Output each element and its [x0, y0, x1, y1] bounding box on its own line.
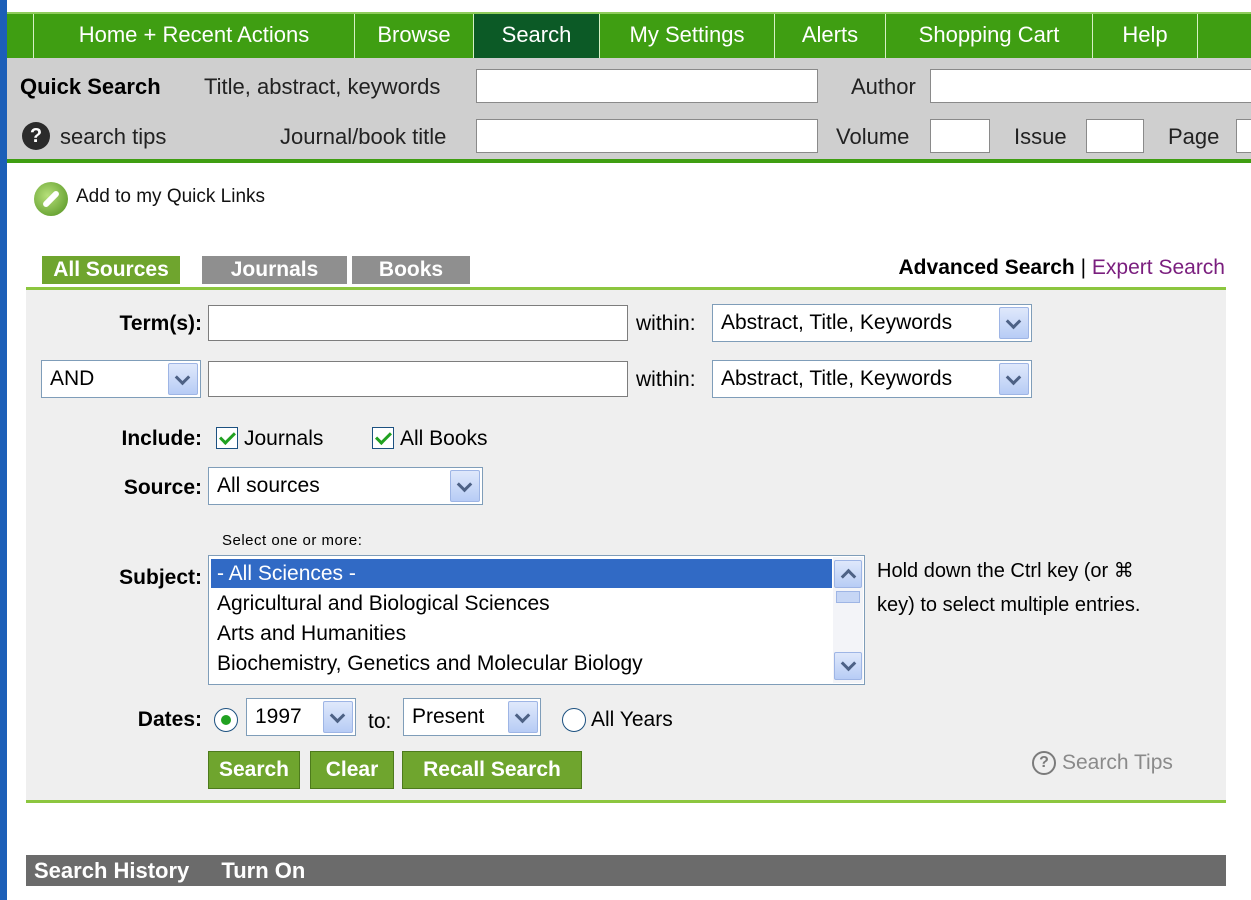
nav-tab-search[interactable]: Search: [474, 14, 599, 58]
chevron-down-icon: [450, 470, 480, 502]
date-to-select[interactable]: Present: [403, 698, 541, 736]
operator-select[interactable]: AND: [41, 360, 201, 398]
page-label: Page: [1168, 124, 1220, 149]
title-abstract-input[interactable]: [476, 69, 818, 103]
search-mode-links: Advanced Search | Expert Search: [899, 256, 1225, 280]
quick-links-icon[interactable]: [34, 182, 68, 216]
history-turn-on-link[interactable]: Turn On: [221, 858, 305, 883]
subject-option[interactable]: Agricultural and Biological Sciences: [211, 589, 550, 618]
clear-button[interactable]: Clear: [310, 751, 394, 789]
journals-checkbox[interactable]: [216, 427, 238, 449]
term-input-1[interactable]: [208, 305, 628, 341]
expert-search-link[interactable]: Expert Search: [1092, 256, 1225, 279]
quick-search-divider: [7, 159, 1251, 163]
tab-all-sources[interactable]: All Sources: [42, 256, 180, 284]
mode-separator: |: [1080, 256, 1087, 279]
issue-label: Issue: [1014, 124, 1067, 149]
scroll-up-icon[interactable]: [834, 560, 862, 588]
subject-label: Subject:: [119, 566, 202, 589]
chevron-down-icon: [323, 701, 353, 733]
subject-listbox[interactable]: - All Sciences - Agricultural and Biolog…: [208, 555, 865, 685]
nav-tab-shopping-cart[interactable]: Shopping Cart: [886, 14, 1092, 58]
journals-checkbox-label: Journals: [244, 427, 324, 450]
ctrl-hint-line-1: Hold down the Ctrl key (or ⌘: [877, 560, 1134, 582]
left-border: [0, 0, 7, 900]
within-select-2[interactable]: Abstract, Title, Keywords: [712, 360, 1032, 398]
chevron-down-icon: [168, 363, 198, 395]
tab-journals[interactable]: Journals: [202, 256, 347, 284]
dates-label: Dates:: [137, 708, 202, 731]
all-years-radio[interactable]: [562, 708, 586, 732]
term-input-2[interactable]: [208, 361, 628, 397]
nav-tab-home[interactable]: Home + Recent Actions: [34, 14, 354, 58]
top-nav: Home + Recent Actions Browse Search My S…: [7, 0, 1251, 58]
tab-books[interactable]: Books: [352, 256, 470, 284]
within-label-1: within:: [636, 312, 696, 335]
journal-title-label: Journal/book title: [280, 124, 447, 149]
title-abstract-label: Title, abstract, keywords: [204, 74, 441, 99]
add-quick-links-link[interactable]: Add to my Quick Links: [76, 186, 265, 208]
author-input[interactable]: [930, 69, 1251, 103]
select-hint: Select one or more:: [222, 532, 363, 549]
chevron-down-icon: [999, 307, 1029, 339]
quick-search-title: Quick Search: [20, 74, 161, 99]
terms-label: Term(s):: [119, 312, 202, 335]
within-select-1[interactable]: Abstract, Title, Keywords: [712, 304, 1032, 342]
nav-tab-my-settings[interactable]: My Settings: [600, 14, 774, 58]
all-books-checkbox[interactable]: [372, 427, 394, 449]
scroll-down-icon[interactable]: [834, 652, 862, 680]
page-input[interactable]: [1236, 119, 1251, 153]
subject-option[interactable]: - All Sciences -: [211, 559, 832, 588]
date-from-select[interactable]: 1997: [246, 698, 356, 736]
search-button[interactable]: Search: [208, 751, 300, 789]
search-history-label: Search History: [34, 858, 190, 883]
recall-search-button[interactable]: Recall Search: [402, 751, 582, 789]
issue-input[interactable]: [1086, 119, 1144, 153]
scroll-thumb[interactable]: [836, 591, 860, 603]
nav-tab-help[interactable]: Help: [1093, 14, 1197, 58]
journal-title-input[interactable]: [476, 119, 818, 153]
date-range-radio[interactable]: [214, 708, 238, 732]
chevron-down-icon: [999, 363, 1029, 395]
source-select[interactable]: All sources: [208, 467, 483, 505]
search-history-bar: Search History Turn On: [26, 855, 1226, 886]
help-icon[interactable]: ?: [22, 122, 50, 150]
subject-scrollbar[interactable]: [833, 557, 863, 683]
nav-tab-alerts[interactable]: Alerts: [775, 14, 885, 58]
nav-tab-browse[interactable]: Browse: [355, 14, 473, 58]
source-label: Source:: [123, 476, 202, 499]
within-label-2: within:: [636, 368, 696, 391]
include-label: Include:: [121, 427, 202, 450]
all-books-checkbox-label: All Books: [400, 427, 488, 450]
to-label: to:: [368, 710, 392, 733]
all-years-label: All Years: [591, 708, 673, 731]
subject-option[interactable]: Arts and Humanities: [211, 619, 406, 648]
ctrl-hint-line-2: key) to select multiple entries.: [877, 594, 1141, 616]
search-tips-link[interactable]: search tips: [60, 124, 166, 150]
volume-input[interactable]: [930, 119, 990, 153]
chevron-down-icon: [508, 701, 538, 733]
help-circle-icon: ?: [1032, 751, 1056, 776]
advanced-search-label: Advanced Search: [898, 256, 1075, 279]
volume-label: Volume: [836, 124, 910, 149]
author-label: Author: [851, 74, 916, 99]
subject-option[interactable]: Biochemistry, Genetics and Molecular Bio…: [211, 649, 643, 678]
search-tips-link-bottom[interactable]: ? Search Tips: [1032, 751, 1173, 776]
